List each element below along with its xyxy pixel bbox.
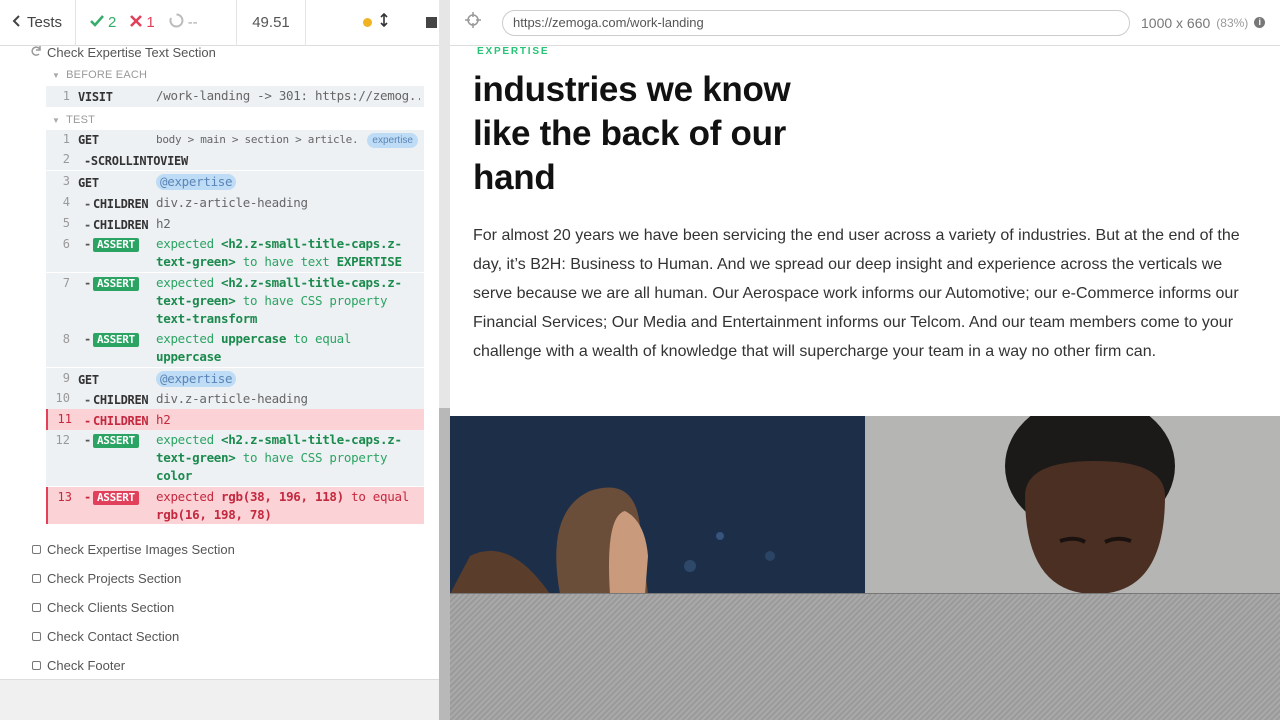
suite-title[interactable]: Check Expertise Text Section [30,46,216,60]
scrollbar-thumb[interactable] [439,408,450,720]
checkbox-icon [32,574,41,583]
test-stats: 2 1 -- [76,0,237,46]
caret-down-icon: ▼ [52,115,61,125]
info-icon[interactable]: i [1254,17,1266,28]
assert-badge: ASSERT [92,277,139,291]
caret-down-icon: ▼ [52,70,61,80]
passed-count[interactable]: 2 [90,14,116,31]
assert-badge: ASSERT [92,434,139,448]
site-page: EXPERTISE industries we know like the ba… [450,46,1280,594]
expertise-photo-right [865,416,1280,593]
command-row[interactable]: 3 GET @expertise [46,171,424,192]
crosshair-icon[interactable] [450,12,496,33]
command-row[interactable]: 4 - CHILDREN div.z-article-heading [46,192,424,213]
viewport-size: 1000 x 660 [1141,14,1211,31]
command-row[interactable]: 2 -SCROLLINTOVIEW [46,150,424,170]
tests-label: Tests [27,14,63,31]
pending-count[interactable]: -- [169,13,198,32]
test-item[interactable]: Check Contact Section [32,629,179,644]
command-log: Check Expertise Text Section ▼ BEFORE EA… [0,46,440,680]
failed-count[interactable]: 1 [130,14,155,31]
refresh-icon [30,46,42,60]
assert-badge: ASSERT [92,491,139,505]
expertise-photo-left [450,416,865,593]
alias-badge: @expertise [156,371,237,387]
assert-badge: ASSERT [92,333,139,347]
tests-button[interactable]: Tests [0,0,76,46]
section-paragraph: For almost 20 years we have been servici… [473,227,1240,360]
stop-icon[interactable] [426,17,437,28]
reporter-panel: Tests 2 1 -- 49.51 Check Expertise Text … [0,0,440,720]
assert-badge: ASSERT [92,238,139,252]
before-each-header[interactable]: ▼ BEFORE EACH [52,69,147,81]
check-icon [90,14,104,31]
command-row[interactable]: 8 - ASSERT expected uppercase to equal up… [46,329,424,367]
command-row[interactable]: 12 - ASSERT expected <h2.z-small-title-ca… [46,430,424,486]
command-row[interactable]: 9 GET @expertise [46,367,424,388]
status-dot-icon [363,18,372,27]
viewport-info: 1000 x 660 (83%) i [1141,14,1266,31]
checkbox-icon [32,661,41,670]
test-item[interactable]: Check Expertise Images Section [32,542,235,557]
duration-display: 49.51 [237,0,306,46]
command-row[interactable]: 1 VISIT /work-landing -> 301: https://ze… [46,86,424,107]
command-row-failed[interactable]: 11 - CHILDREN h2 [46,409,424,430]
checkbox-icon [32,632,41,641]
command-row[interactable]: 10 - CHILDREN div.z-article-heading [46,388,424,409]
section-eyebrow: EXPERTISE [477,46,550,57]
app-under-test-frame: EXPERTISE industries we know like the ba… [450,46,1280,720]
command-row[interactable]: 1 GET body > main > section > article...… [46,130,424,150]
command-row[interactable]: 5 - CHILDREN h2 [46,213,424,234]
test-item[interactable]: Check Projects Section [32,571,181,586]
test-item[interactable]: Check Clients Section [32,600,174,615]
section-heading: industries we know like the back of our … [473,70,791,197]
run-controls [306,0,440,46]
aut-header: https://zemoga.com/work-landing 1000 x 6… [450,0,1280,46]
reporter-header: Tests 2 1 -- 49.51 [0,0,440,46]
checkbox-icon [32,545,41,554]
x-icon [130,14,143,31]
command-row-failed[interactable]: 13 - ASSERT expected rgb(38, 196, 118) to… [46,487,424,524]
checkbox-icon [32,603,41,612]
url-text: https://zemoga.com/work-landing [513,15,704,30]
chevron-left-icon [12,14,21,31]
viewport-scale: (83%) [1216,15,1249,30]
test-header[interactable]: ▼ TEST [52,114,95,126]
test-item[interactable]: Check Footer [32,658,125,673]
alias-badge: expertise [367,133,418,148]
command-row[interactable]: 6 - ASSERT expected <h2.z-small-title-cap… [46,234,424,272]
command-row[interactable]: 7 - ASSERT expected <h2.z-small-title-cap… [46,273,424,329]
arrows-vertical-icon[interactable] [380,12,388,32]
alias-badge: @expertise [156,174,237,190]
circle-notch-icon [169,13,184,32]
url-bar[interactable]: https://zemoga.com/work-landing [502,9,1130,36]
